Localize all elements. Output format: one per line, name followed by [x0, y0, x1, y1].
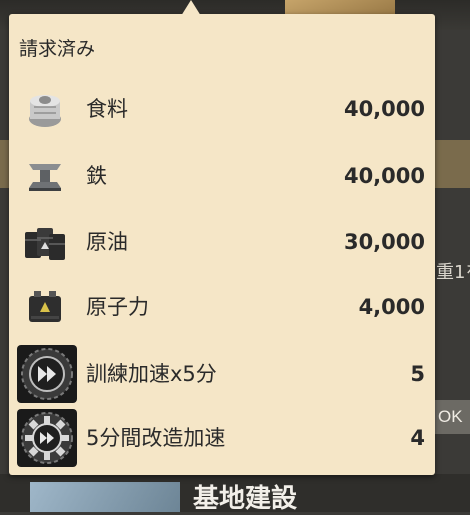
popup-pointer — [181, 0, 201, 16]
reward-row-oil: 原油 30,000 — [9, 212, 435, 272]
reward-quantity: 4,000 — [358, 295, 425, 319]
background-partial-text: 重1を — [436, 262, 470, 283]
reward-row-nuclear: 原子力 4,000 — [9, 277, 435, 337]
reward-quantity: 40,000 — [343, 164, 425, 188]
popup-title: 請求済み — [19, 38, 96, 60]
oil-barrels-icon — [21, 220, 69, 264]
food-sack-icon — [21, 87, 69, 131]
reward-label: 原子力 — [86, 295, 149, 319]
reward-row-training-speedup: 訓練加速x5分 5 — [9, 344, 435, 404]
reward-row-iron: 鉄 40,000 — [9, 146, 435, 206]
reward-row-food: 食料 40,000 — [9, 79, 435, 139]
modify-speedup-icon — [17, 409, 77, 467]
training-speedup-icon — [17, 345, 77, 403]
battery-icon — [21, 285, 69, 329]
reward-label: 5分間改造加速 — [86, 426, 226, 450]
iron-ingot-icon — [21, 154, 69, 198]
reward-label: 鉄 — [86, 164, 107, 188]
base-build-thumbnail — [30, 482, 180, 512]
base-build-title: 基地建設 — [193, 484, 298, 514]
reward-label: 原油 — [86, 230, 128, 254]
reward-quantity: 4 — [410, 426, 425, 450]
reward-quantity: 40,000 — [343, 97, 425, 121]
reward-label: 訓練加速x5分 — [86, 362, 217, 386]
reward-quantity: 30,000 — [343, 230, 425, 254]
claimed-rewards-popup: 請求済み 食料 40,000 鉄 40,000 原油 30,000 原子力 4,… — [9, 0, 435, 475]
reward-label: 食料 — [86, 97, 128, 121]
reward-quantity: 5 — [410, 362, 425, 386]
ok-button[interactable]: OK — [434, 400, 470, 434]
reward-row-modify-speedup: 5分間改造加速 4 — [9, 408, 435, 468]
